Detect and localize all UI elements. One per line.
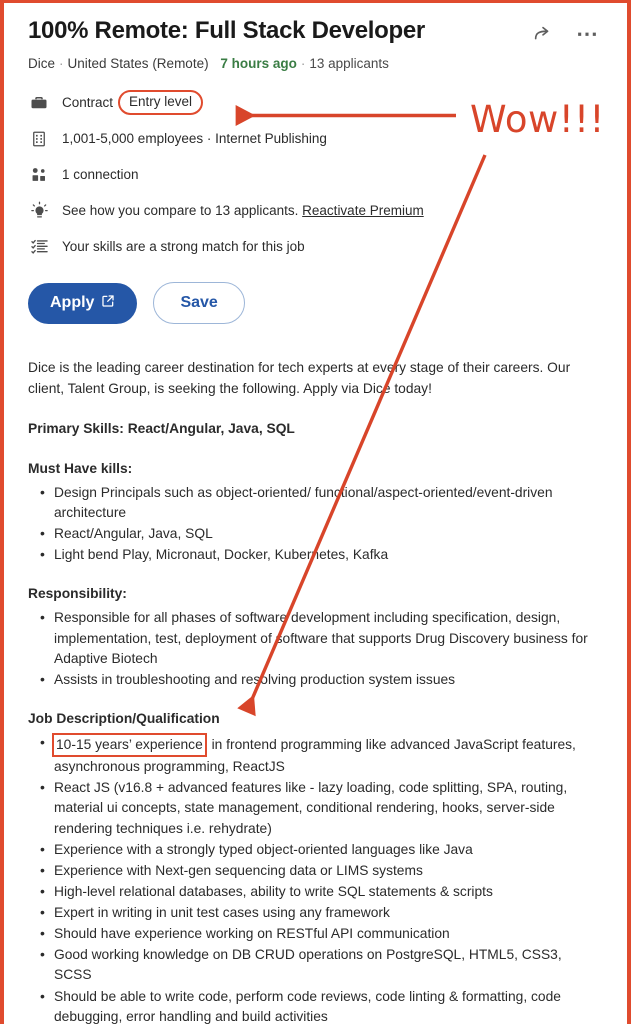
applicant-count: 13 applicants: [309, 56, 389, 71]
must-have-heading: Must Have kills:: [28, 460, 133, 476]
must-have-list: Design Principals such as object-oriente…: [28, 482, 603, 566]
list-item: React JS (v16.8 + advanced features like…: [28, 777, 603, 838]
list-item: Should have experience working on RESTfu…: [28, 923, 603, 944]
detail-row-premium-insight: See how you compare to 13 applicants. Re…: [28, 196, 603, 225]
list-item: Experience with Next-gen sequencing data…: [28, 860, 603, 881]
detail-row-connections: 1 connection: [28, 160, 603, 189]
experience-level-pill: Entry level: [118, 89, 204, 116]
company-size-label: 1,001-5,000 employees · Internet Publish…: [62, 130, 327, 146]
job-description: Dice is the leading career destination f…: [28, 358, 603, 1024]
meta-separator-2: ·: [300, 56, 306, 71]
list-item: Light bend Play, Micronaut, Docker, Kube…: [28, 544, 603, 565]
responsibility-list: Responsible for all phases of software d…: [28, 607, 603, 690]
detail-row-company-size: 1,001-5,000 employees · Internet Publish…: [28, 124, 603, 153]
detail-row-employment-type: Contract Entry level: [28, 88, 603, 117]
years-experience-highlight: 10-15 years’ experience: [52, 732, 207, 758]
job-location: United States (Remote): [67, 56, 209, 71]
premium-insight-text: See how you compare to 13 applicants.: [62, 202, 299, 218]
connections-icon: [28, 166, 50, 184]
building-icon: [28, 130, 50, 148]
qualification-list: 10-15 years’ experience in frontend prog…: [28, 732, 603, 1024]
responsibility-heading: Responsibility:: [28, 586, 127, 602]
job-action-buttons: Apply Save: [28, 282, 603, 324]
company-name: Dice: [28, 56, 56, 71]
reactivate-premium-link[interactable]: Reactivate Premium: [302, 203, 424, 218]
job-detail-panel: 100% Remote: Full Stack Developer ⋯ Dice…: [4, 3, 627, 1024]
header-actions: ⋯: [532, 17, 603, 45]
skills-checklist-icon: [28, 237, 50, 256]
qualification-heading: Job Description/Qualification: [28, 710, 220, 726]
detail-row-skills-match: Your skills are a strong match for this …: [28, 232, 603, 261]
list-item: Design Principals such as object-oriente…: [28, 482, 603, 523]
primary-skills-heading: Primary Skills: React/Angular, Java, SQL: [28, 420, 295, 436]
job-header: 100% Remote: Full Stack Developer ⋯: [28, 3, 603, 45]
job-detail-list: Contract Entry level 1,001-5,000 employe…: [28, 88, 603, 261]
more-options-icon[interactable]: ⋯: [576, 23, 599, 45]
job-posting-screenshot: 100% Remote: Full Stack Developer ⋯ Dice…: [0, 0, 631, 1024]
lightbulb-icon: [28, 201, 50, 220]
list-item: Responsible for all phases of software d…: [28, 607, 603, 668]
save-button[interactable]: Save: [153, 282, 245, 324]
apply-button-label: Apply: [50, 294, 95, 311]
description-intro: Dice is the leading career destination f…: [28, 360, 571, 396]
meta-separator-1: ·: [59, 56, 64, 71]
external-link-icon: [101, 294, 115, 313]
list-item-highlighted: 10-15 years’ experience in frontend prog…: [28, 732, 603, 777]
meta-spacer: [213, 56, 217, 71]
connections-label: 1 connection: [62, 166, 139, 182]
list-item: Assists in troubleshooting and resolving…: [28, 669, 603, 690]
list-item: High-level relational databases, ability…: [28, 881, 603, 902]
job-meta: Dice · United States (Remote) 7 hours ag…: [28, 56, 603, 71]
premium-insight-label: See how you compare to 13 applicants. Re…: [62, 202, 424, 220]
posted-time: 7 hours ago: [220, 56, 297, 71]
list-item: React/Angular, Java, SQL: [28, 523, 603, 544]
employment-type-label: Contract: [62, 94, 114, 110]
share-arrow-icon[interactable]: [532, 23, 554, 45]
apply-button[interactable]: Apply: [28, 282, 138, 324]
list-item: Good working knowledge on DB CRUD operat…: [28, 944, 603, 985]
list-item: Should be able to write code, perform co…: [28, 986, 603, 1024]
list-item: Expert in writing in unit test cases usi…: [28, 902, 603, 923]
list-item: Experience with a strongly typed object-…: [28, 839, 603, 860]
skills-match-label: Your skills are a strong match for this …: [62, 238, 305, 254]
briefcase-icon: [28, 94, 50, 112]
page-title: 100% Remote: Full Stack Developer: [28, 17, 425, 44]
